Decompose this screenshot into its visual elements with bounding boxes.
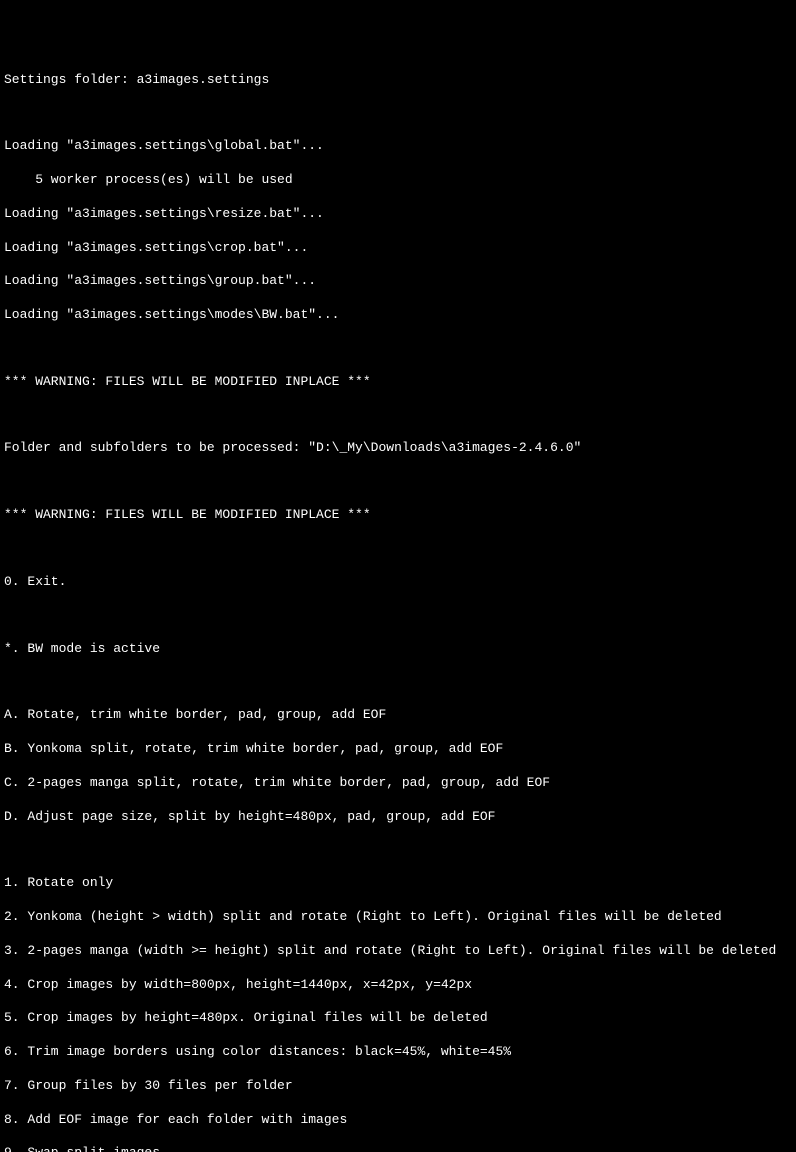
blank-line: [4, 608, 792, 624]
folder-path-line: Folder and subfolders to be processed: "…: [4, 440, 792, 457]
loading-line: Loading "a3images.settings\modes\BW.bat"…: [4, 307, 792, 324]
menu-option-9[interactable]: 9. Swap split images: [4, 1145, 792, 1152]
menu-option-7[interactable]: 7. Group files by 30 files per folder: [4, 1078, 792, 1095]
blank-line: [4, 341, 792, 357]
loading-line: Loading "a3images.settings\crop.bat"...: [4, 240, 792, 257]
blank-line: [4, 105, 792, 121]
menu-option-a[interactable]: A. Rotate, trim white border, pad, group…: [4, 707, 792, 724]
menu-option-8[interactable]: 8. Add EOF image for each folder with im…: [4, 1112, 792, 1129]
blank-line: [4, 474, 792, 490]
blank-line: [4, 408, 792, 424]
menu-option-2[interactable]: 2. Yonkoma (height > width) split and ro…: [4, 909, 792, 926]
menu-option-3[interactable]: 3. 2-pages manga (width >= height) split…: [4, 943, 792, 960]
menu-option-1[interactable]: 1. Rotate only: [4, 875, 792, 892]
loading-line: 5 worker process(es) will be used: [4, 172, 792, 189]
menu-option-c[interactable]: C. 2-pages manga split, rotate, trim whi…: [4, 775, 792, 792]
loading-line: Loading "a3images.settings\resize.bat"..…: [4, 206, 792, 223]
menu-option-4[interactable]: 4. Crop images by width=800px, height=14…: [4, 977, 792, 994]
blank-line: [4, 842, 792, 858]
loading-line: Loading "a3images.settings\group.bat"...: [4, 273, 792, 290]
menu-mode-indicator: *. BW mode is active: [4, 641, 792, 658]
loading-line: Loading "a3images.settings\global.bat"..…: [4, 138, 792, 155]
menu-option-6[interactable]: 6. Trim image borders using color distan…: [4, 1044, 792, 1061]
blank-line: [4, 674, 792, 690]
settings-folder-line: Settings folder: a3images.settings: [4, 72, 792, 89]
menu-option-b[interactable]: B. Yonkoma split, rotate, trim white bor…: [4, 741, 792, 758]
warning-line: *** WARNING: FILES WILL BE MODIFIED INPL…: [4, 374, 792, 391]
menu-option-exit[interactable]: 0. Exit.: [4, 574, 792, 591]
menu-option-5[interactable]: 5. Crop images by height=480px. Original…: [4, 1010, 792, 1027]
blank-line: [4, 541, 792, 557]
menu-option-d[interactable]: D. Adjust page size, split by height=480…: [4, 809, 792, 826]
warning-line: *** WARNING: FILES WILL BE MODIFIED INPL…: [4, 507, 792, 524]
